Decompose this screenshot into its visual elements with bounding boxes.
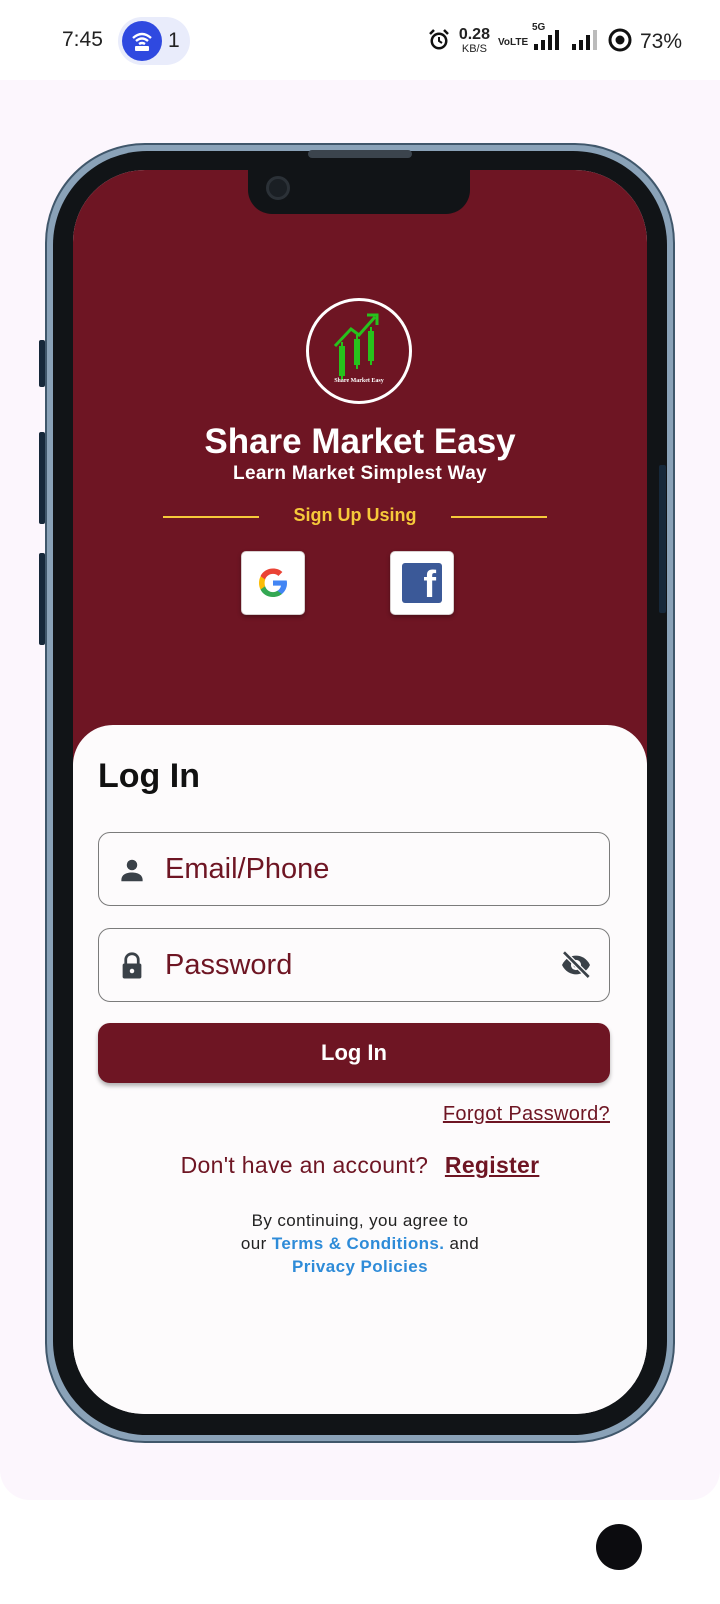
device-speaker: [308, 150, 412, 158]
device-preview-label: Device Preview: [110, 1530, 333, 1563]
toggle-knob: [596, 1524, 642, 1570]
device-side-button: [39, 432, 45, 524]
email-field[interactable]: [98, 832, 610, 906]
status-icons: 0.28 KB/S VoLTE 5G 73%: [427, 22, 682, 60]
wifi-hotspot-icon: [122, 21, 162, 61]
device-notch: [248, 170, 470, 214]
logo-caption: Share Market Easy: [334, 378, 384, 384]
password-field[interactable]: [98, 928, 610, 1002]
terms-link[interactable]: Terms & Conditions.: [272, 1234, 445, 1253]
app-title: Share Market Easy: [204, 422, 516, 461]
login-button[interactable]: Log In: [98, 1023, 610, 1083]
signal-icon: 5G: [532, 22, 562, 57]
terms-text: By continuing, you agree to our Terms & …: [73, 1209, 647, 1278]
lock-icon: [122, 952, 142, 979]
status-time: 7:45: [62, 28, 103, 51]
notification-count: 1: [168, 29, 180, 52]
eye-off-icon[interactable]: [559, 949, 593, 981]
signup-divider: Sign Up Using: [163, 503, 547, 531]
login-title: Log In: [98, 757, 200, 795]
device-side-button: [39, 340, 45, 387]
hero-section: Share Market Easy Share Market Easy Lear…: [73, 170, 647, 770]
login-card: Log In Log In Forgot P: [73, 725, 647, 1414]
register-link[interactable]: Register: [445, 1152, 539, 1178]
alarm-icon: [427, 28, 451, 57]
device-preview-toggle[interactable]: [548, 1516, 650, 1578]
device-preview-bar: Device Preview: [0, 1500, 720, 1604]
app-logo: Share Market Easy: [306, 298, 412, 404]
hotspot-pill[interactable]: 1: [118, 17, 190, 65]
device-side-button: [39, 553, 45, 645]
device-screen: Share Market Easy Share Market Easy Lear…: [73, 170, 647, 1414]
device-power-button: [659, 465, 666, 613]
status-bar: 7:45 1 0.28 KB/S VoLTE 5G 73%: [0, 0, 720, 80]
volte-indicator: VoLTE: [497, 36, 529, 48]
facebook-icon: f: [402, 563, 442, 606]
camera-icon: [266, 176, 290, 200]
terms-line-2: our Terms & Conditions. and: [240, 1234, 480, 1253]
battery-saver-icon: [608, 28, 632, 57]
forgot-password-link[interactable]: Forgot Password?: [443, 1103, 610, 1126]
signal-weak-icon: [570, 28, 600, 57]
privacy-link[interactable]: Privacy Policies: [73, 1255, 647, 1278]
facebook-signup-button[interactable]: f: [390, 551, 454, 615]
email-input[interactable]: [165, 833, 545, 905]
terms-line-1: By continuing, you agree to: [251, 1211, 469, 1230]
app-subtitle: Learn Market Simplest Way: [233, 463, 487, 484]
net-speed: 0.28 KB/S: [458, 26, 490, 56]
password-input[interactable]: [165, 929, 545, 1001]
no-account-text: Don't have an account?: [180, 1152, 429, 1178]
register-row: Don't have an account? Register: [73, 1152, 647, 1179]
divider-line: [451, 516, 547, 518]
tune-icon[interactable]: [36, 1528, 76, 1568]
battery-level: 73%: [639, 30, 682, 53]
person-icon: [121, 859, 143, 882]
google-icon: [259, 568, 287, 597]
google-signup-button[interactable]: [241, 551, 305, 615]
